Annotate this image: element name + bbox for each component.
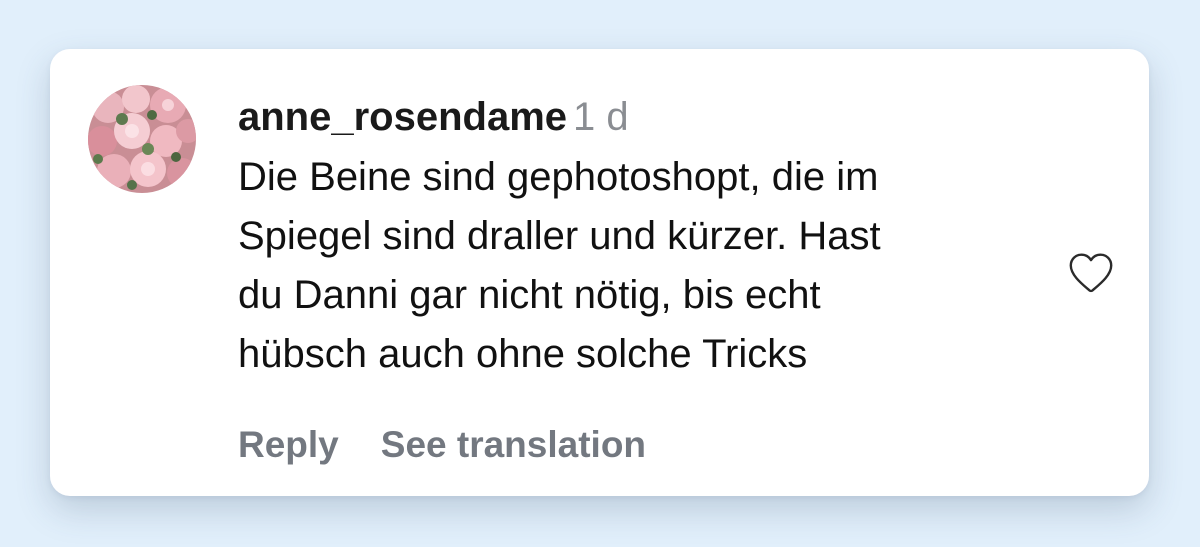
comment-text-line: Die Beine sind gephotoshopt, die im — [238, 155, 879, 199]
comment-meta: anne_rosendame 1 d — [238, 92, 1058, 142]
like-button[interactable] — [1065, 248, 1117, 298]
avatar[interactable] — [88, 85, 196, 193]
comment-timestamp: 1 d — [573, 95, 629, 139]
comment-actions: Reply See translation — [238, 424, 646, 466]
comment-card: anne_rosendame 1 d Die Beine sind gephoto… — [50, 49, 1149, 496]
rose-bouquet-avatar-image — [88, 85, 196, 193]
heart-outline-icon — [1069, 253, 1113, 293]
see-translation-button[interactable]: See translation — [381, 424, 646, 465]
comment-text-line: du Danni gar nicht nötig, bis echt — [238, 273, 821, 317]
comment-text-line: Spiegel sind draller und kürzer. Hast — [238, 214, 881, 258]
comment-text: Die Beine sind gephotoshopt, die im Spie… — [238, 148, 1048, 384]
reply-button[interactable]: Reply — [238, 424, 339, 465]
comment-text-line: hübsch auch ohne solche Tricks — [238, 332, 808, 376]
comment-content: anne_rosendame 1 d Die Beine sind gephoto… — [238, 92, 1058, 384]
username-link[interactable]: anne_rosendame — [238, 95, 567, 139]
